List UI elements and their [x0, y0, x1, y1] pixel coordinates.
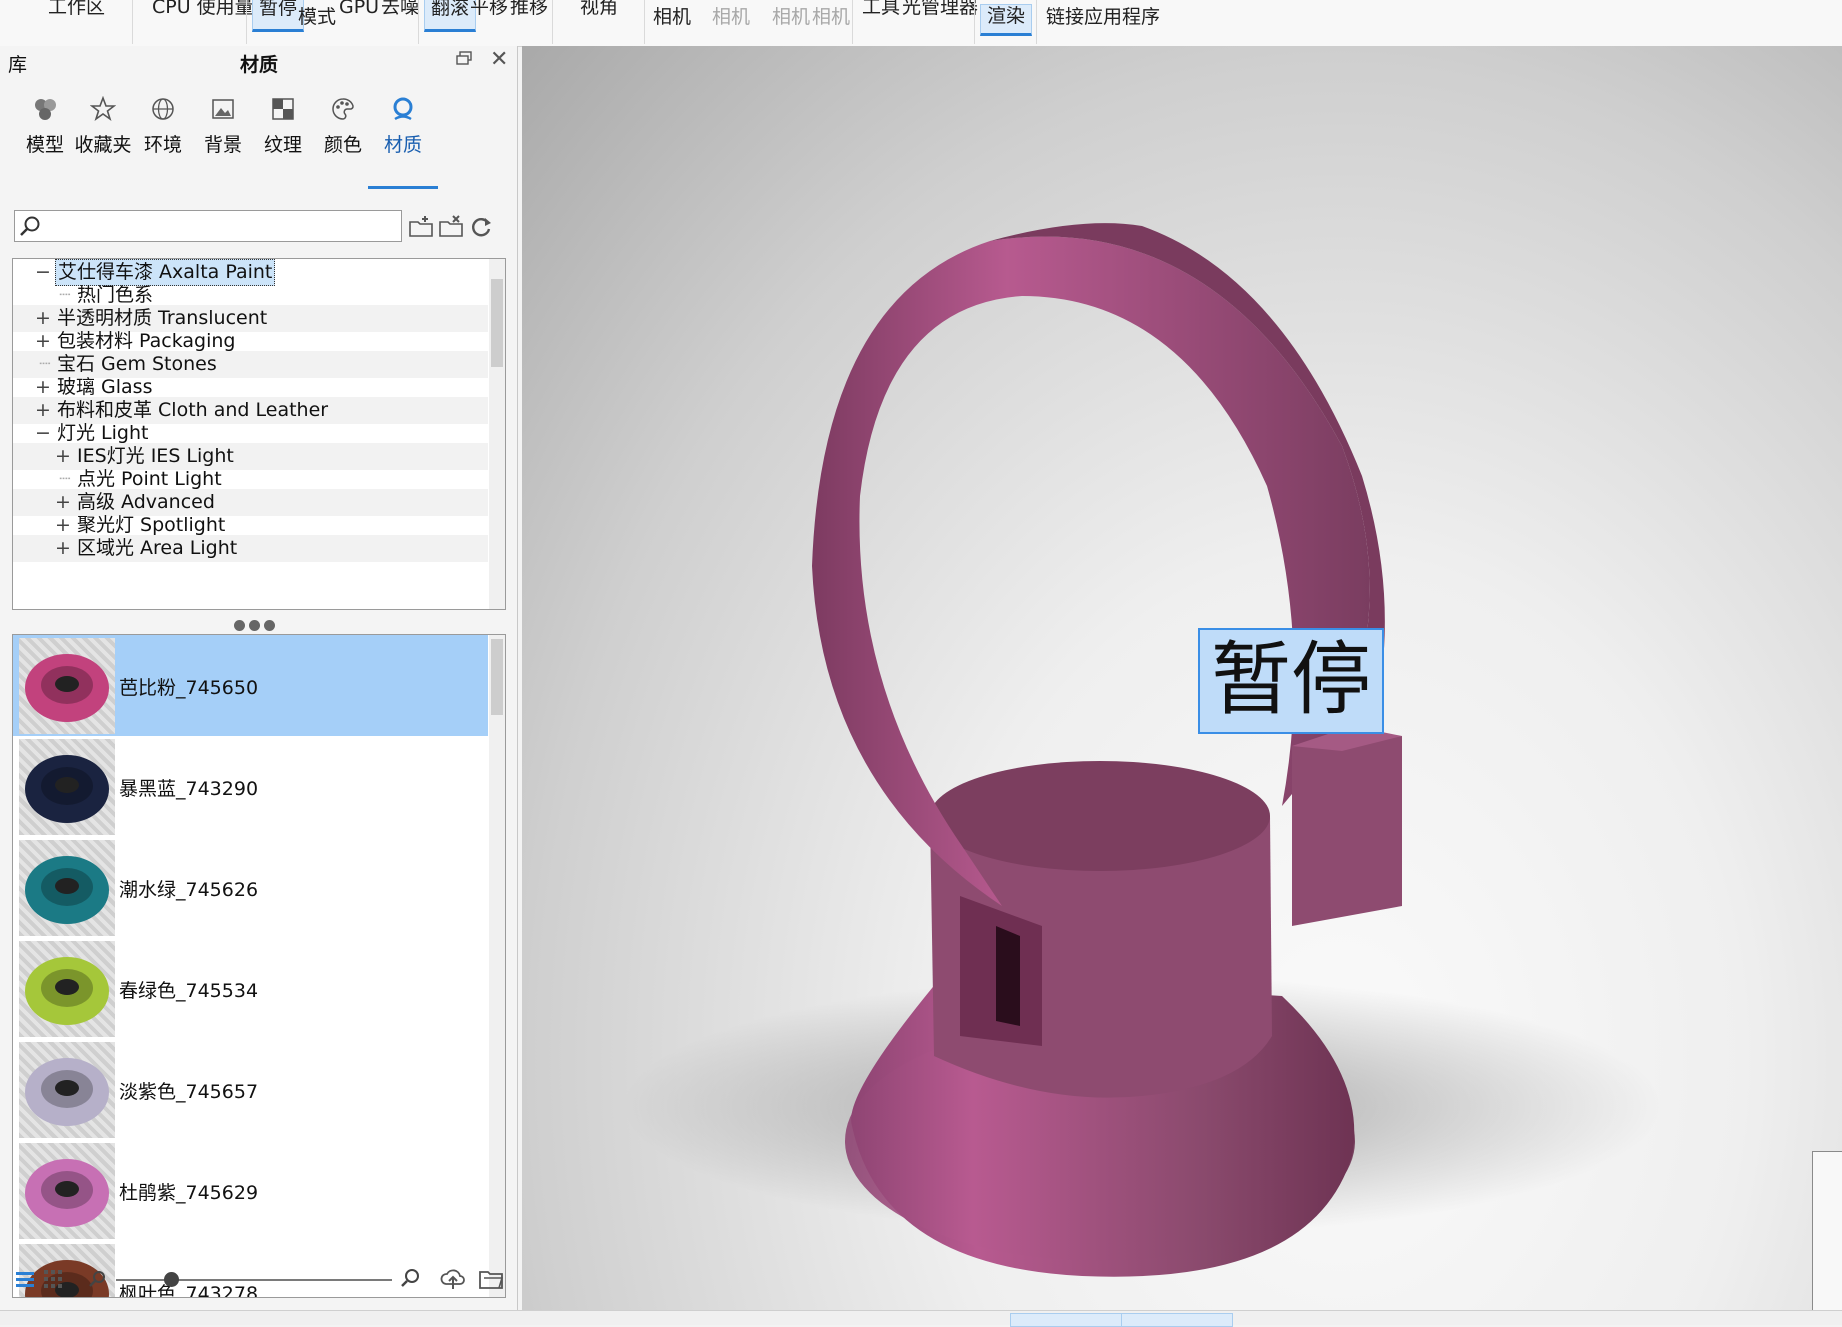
- material-thumbnail: [19, 941, 115, 1037]
- panel-title: 材质: [240, 54, 279, 76]
- list-item[interactable]: 潮水绿_745626: [13, 837, 488, 938]
- material-name: 潮水绿_745626: [119, 879, 259, 901]
- side-panel-tab[interactable]: [1812, 1151, 1842, 1310]
- list-item[interactable]: 淡紫色_745657: [13, 1039, 488, 1140]
- tab-materials[interactable]: 材质: [368, 82, 438, 189]
- material-list-scrollbar-thumb[interactable]: [491, 639, 503, 715]
- light-manager-button[interactable]: 光管理器: [902, 0, 978, 18]
- ribbon-divider: [418, 0, 419, 44]
- list-item[interactable]: 春绿色_745534: [13, 938, 488, 1039]
- status-segment[interactable]: [1121, 1313, 1233, 1327]
- ribbon-divider: [552, 0, 553, 44]
- library-panel: 库 材质 ✕ 模型 收藏夹 环境 背景 纹理 颜色 材质 − 艾仕得车漆 Axa…: [0, 46, 518, 1310]
- camera-button-disabled[interactable]: 相机: [772, 6, 810, 28]
- ribbon-divider: [1036, 0, 1037, 44]
- ribbon-divider: [852, 0, 853, 44]
- list-view-icon[interactable]: [16, 1270, 34, 1288]
- tree-item-label: 区域光 Area Light: [77, 537, 238, 559]
- checker-icon: [272, 98, 294, 120]
- material-list-scrollbar[interactable]: [489, 635, 505, 1297]
- material-name: 春绿色_745534: [119, 980, 259, 1002]
- ribbon-divider: [132, 0, 133, 44]
- list-item[interactable]: 芭比粉_745650: [13, 635, 488, 736]
- material-name: 枫叶色_743278: [119, 1283, 259, 1298]
- material-list: 芭比粉_745650 暴黑蓝_743290 潮水绿_745626 春绿色_745…: [12, 634, 506, 1298]
- material-name: 杜鹃紫_745629: [119, 1182, 259, 1204]
- ribbon-toolbar: 工作区 CPU 使用量 暂停 模式 GPU 去噪 翻滚 平移 推移 视角 相机 …: [0, 0, 1842, 47]
- upload-cloud-icon[interactable]: [440, 1266, 466, 1290]
- material-thumbnail: [19, 739, 115, 835]
- ribbon-divider: [974, 0, 975, 44]
- panel-splitter-handle[interactable]: [234, 616, 294, 631]
- denoise-button[interactable]: 去噪: [381, 0, 419, 18]
- expand-icon[interactable]: +: [55, 535, 71, 562]
- tab-label: 材质: [383, 134, 422, 156]
- ribbon-divider: [644, 0, 645, 44]
- pan-button[interactable]: 平移: [470, 0, 508, 18]
- material-thumbnail: [19, 840, 115, 936]
- render-viewport[interactable]: 暂停: [522, 46, 1842, 1310]
- tumble-button[interactable]: 翻滚: [424, 0, 477, 32]
- tools-button[interactable]: 工具: [862, 0, 900, 18]
- mode-button[interactable]: 模式: [298, 6, 336, 28]
- float-window-icon[interactable]: [456, 51, 472, 65]
- material-icon: [393, 97, 413, 121]
- workspace-button[interactable]: 工作区: [48, 0, 105, 18]
- star-icon: [90, 96, 116, 122]
- camera-button-disabled[interactable]: 相机: [712, 6, 750, 28]
- material-name: 淡紫色_745657: [119, 1081, 259, 1103]
- zoom-out-icon[interactable]: [88, 1270, 106, 1288]
- category-tabs: 模型 收藏夹 环境 背景 纹理 颜色 材质: [10, 82, 510, 192]
- tree-scrollbar[interactable]: [489, 259, 505, 609]
- material-thumbnail: [19, 638, 115, 734]
- pause-button[interactable]: 暂停: [252, 0, 305, 32]
- list-item[interactable]: 杜鹃紫_745629: [13, 1140, 488, 1241]
- status-bar: [0, 1310, 1842, 1327]
- dolly-button[interactable]: 推移: [510, 0, 548, 18]
- gpu-button[interactable]: GPU: [339, 0, 379, 18]
- material-name: 暴黑蓝_743290: [119, 778, 259, 800]
- image-icon: [212, 99, 234, 119]
- library-label: 库: [8, 54, 28, 76]
- render-button[interactable]: 渲染: [980, 4, 1033, 36]
- globe-icon: [152, 98, 174, 120]
- tree-item-area-light[interactable]: + 区域光 Area Light: [13, 535, 488, 562]
- add-folder-icon[interactable]: [408, 214, 434, 240]
- paused-overlay: 暂停: [1198, 628, 1384, 734]
- panel-header: 库 材质 ✕: [0, 46, 517, 76]
- search-box: [14, 210, 402, 242]
- tree-scrollbar-thumb[interactable]: [491, 279, 503, 367]
- category-tree: − 艾仕得车漆 Axalta Paint ┈ 热门色系 + 半透明材质 Tran…: [12, 258, 506, 610]
- camera-button[interactable]: 相机: [653, 6, 691, 28]
- grid-view-icon[interactable]: [44, 1270, 62, 1288]
- search-input[interactable]: [45, 213, 399, 239]
- zoom-slider-track[interactable]: [116, 1279, 392, 1281]
- camera-button-disabled[interactable]: 相机: [812, 6, 850, 28]
- zoom-in-icon[interactable]: [400, 1268, 420, 1288]
- cpu-usage-button[interactable]: CPU 使用量: [152, 0, 254, 18]
- material-thumbnail: [19, 1042, 115, 1138]
- search-icon: [20, 216, 40, 236]
- material-name: 芭比粉_745650: [119, 677, 259, 699]
- palette-icon: [332, 98, 354, 120]
- open-folder-icon[interactable]: [478, 1266, 504, 1290]
- remove-folder-icon[interactable]: [438, 214, 464, 240]
- link-app-button[interactable]: 链接应用程序: [1046, 6, 1160, 28]
- model-icon: [35, 99, 56, 120]
- list-item[interactable]: 暴黑蓝_743290: [13, 736, 488, 837]
- material-thumbnail: [19, 1143, 115, 1239]
- view-angle-button[interactable]: 视角: [580, 0, 618, 18]
- refresh-icon[interactable]: [468, 214, 494, 240]
- rendered-model: [622, 223, 1662, 1277]
- close-icon[interactable]: ✕: [490, 47, 508, 72]
- status-segment[interactable]: [1010, 1313, 1122, 1327]
- ribbon-divider: [246, 0, 247, 44]
